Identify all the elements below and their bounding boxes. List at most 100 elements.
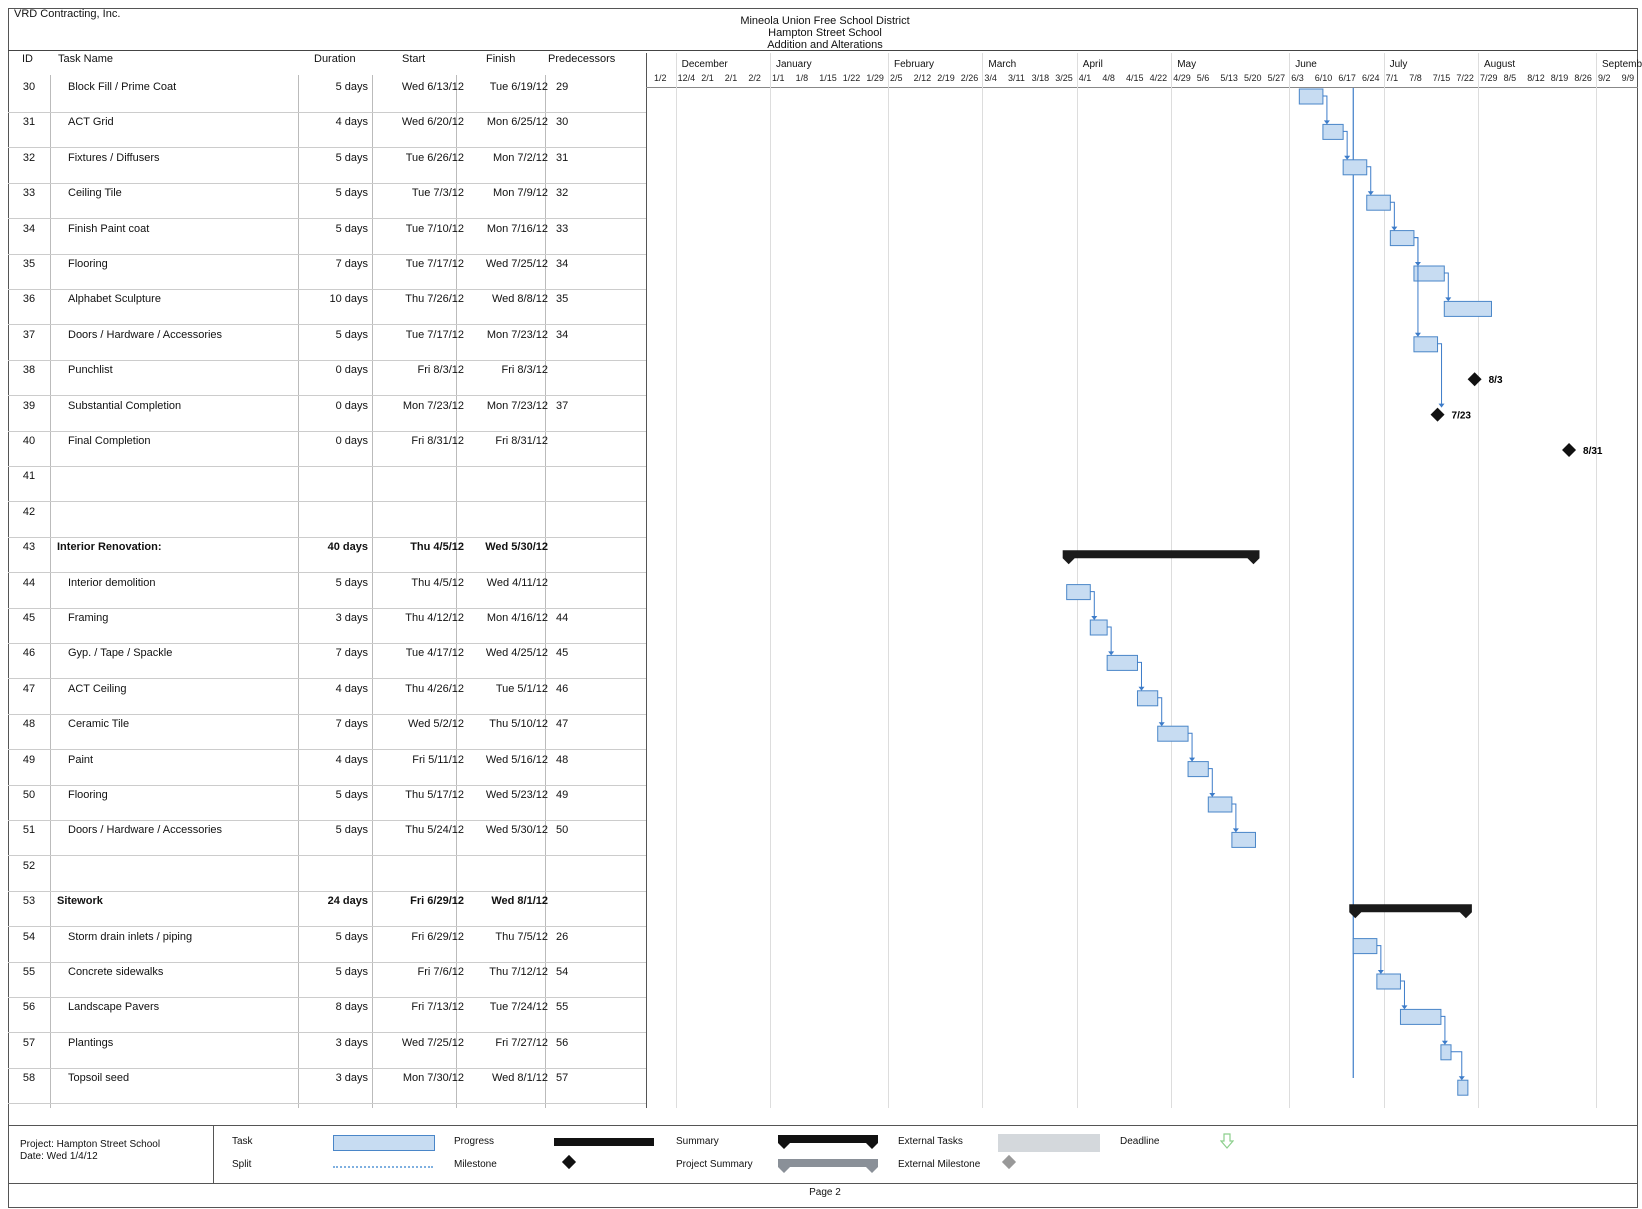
- table-row[interactable]: 49 Paint 4 days Fri 5/11/12 Wed 5/16/12 48: [8, 750, 646, 786]
- task-predecessors: 57: [556, 1072, 569, 1085]
- dependency-arrow: [1377, 970, 1384, 974]
- table-row[interactable]: 56 Landscape Pavers 8 days Fri 7/13/12 Tue 7…: [8, 997, 646, 1034]
- table-row[interactable]: 33 Ceiling Tile 5 days Tue 7/3/12 Mon 7/9/12…: [8, 183, 646, 220]
- col-name-header: Task Name: [58, 53, 114, 65]
- task-duration: 5 days: [335, 328, 368, 341]
- task-finish: Fri 8/31/12: [495, 435, 548, 447]
- table-row[interactable]: 57 Plantings 3 days Wed 7/25/12 Fri 7/27/12 5…: [8, 1033, 646, 1069]
- task-name: Finish Paint coat: [68, 222, 150, 235]
- task-duration: 5 days: [335, 824, 368, 837]
- dependency-link: [1444, 272, 1449, 301]
- table-row[interactable]: 53 Sitework 24 days Fri 6/29/12 Wed 8/1/12: [8, 891, 646, 928]
- title-line: Mineola Union Free School District: [740, 15, 910, 27]
- week-label: 4/15: [1126, 73, 1144, 83]
- task-start: Fri 7/6/12: [417, 966, 464, 978]
- month-label: May: [1177, 59, 1197, 70]
- week-label: 5/27: [1267, 73, 1286, 83]
- task-name: Block Fill / Prime Coat: [68, 81, 177, 93]
- table-row[interactable]: 38 Punchlist 0 days Fri 8/3/12 Fri 8/3/12: [8, 360, 646, 397]
- task-duration: 5 days: [335, 81, 368, 93]
- task-bar: [1207, 796, 1233, 813]
- legend-external-milestone-icon: [1001, 1154, 1017, 1170]
- col-pred-header: Predecessors: [548, 53, 616, 65]
- milestone-diamond: [1562, 443, 1577, 457]
- deadline-arrow-icon: [1220, 1133, 1234, 1149]
- table-row[interactable]: 52: [8, 856, 646, 892]
- dependency-arrow: [1138, 686, 1145, 691]
- week-label: 8/26: [1574, 73, 1592, 83]
- task-start: Thu 5/24/12: [405, 824, 464, 837]
- table-row[interactable]: 31 ACT Grid 4 days Wed 6/20/12 Mon 6/25/12 30: [8, 112, 646, 149]
- task-start: Tue 7/17/12: [405, 258, 464, 270]
- table-row[interactable]: 32 Fixtures / Diffusers 5 days Tue 6/26/12 M…: [8, 148, 646, 184]
- week-label: 9/9: [1621, 73, 1635, 83]
- table-row[interactable]: 43 Interior Renovation: 40 days Thu 4/5/12 W…: [8, 537, 646, 574]
- month-label: July: [1389, 59, 1408, 70]
- legend: Project: Hampton Street School Date: Wed…: [8, 1125, 1638, 1184]
- legend-task-bar: [333, 1135, 435, 1151]
- task-duration: 3 days: [335, 1036, 368, 1049]
- gantt-chart: 8/3 7/23 8/31: [1062, 88, 1603, 1096]
- dependency-arrow: [1441, 1040, 1448, 1045]
- task-start: Thu 4/12/12: [405, 612, 464, 624]
- task-name: Interior demolition: [68, 576, 156, 589]
- table-row[interactable]: 37 Doors / Hardware / Accessories 5 days Tu…: [8, 325, 646, 361]
- task-duration: 8 days: [335, 1001, 368, 1014]
- table-row[interactable]: 47 ACT Ceiling 4 days Thu 4/26/12 Tue 5/1/12…: [8, 679, 646, 715]
- table-row[interactable]: 55 Concrete sidewalks 5 days Fri 7/6/12 Thu …: [8, 962, 646, 998]
- table-row[interactable]: 36 Alphabet Sculpture 10 days Thu 7/26/12 We…: [8, 289, 646, 326]
- dependency-arrow: [1108, 651, 1115, 656]
- table-row[interactable]: 30 Block Fill / Prime Coat 5 days Wed 6/13/…: [8, 77, 646, 113]
- legend-external-milestone-label: External Milestone: [898, 1159, 981, 1170]
- task-bar: [1366, 194, 1391, 211]
- month-label: June: [1295, 59, 1317, 70]
- month-label: February: [894, 59, 935, 70]
- task-duration: 0 days: [335, 364, 368, 377]
- task-duration: 5 days: [335, 151, 368, 164]
- task-start: Fri 8/3/12: [417, 364, 464, 377]
- table-row[interactable]: 51 Doors / Hardware / Accessories 5 days Th…: [8, 820, 646, 857]
- table-row[interactable]: 45 Framing 3 days Thu 4/12/12 Mon 4/16/12 44: [8, 608, 646, 644]
- task-id: 43: [22, 541, 36, 554]
- week-label: 1/22: [842, 73, 861, 83]
- table-row[interactable]: 35 Flooring 7 days Tue 7/17/12 Wed 7/25/12 34: [8, 254, 646, 290]
- table-row[interactable]: 40 Final Completion 0 days Fri 8/31/12 Fri 8…: [8, 431, 646, 467]
- task-name: Alphabet Sculpture: [68, 293, 161, 306]
- table-row[interactable]: 34 Finish Paint coat 5 days Tue 7/10/12 Mon …: [8, 219, 646, 255]
- table-row[interactable]: 48 Ceramic Tile 7 days Wed 5/2/12 Thu 5/10/1…: [8, 714, 646, 751]
- task-name: Fixtures / Diffusers: [68, 151, 160, 164]
- task-start: Thu 4/5/12: [410, 541, 464, 554]
- table-row[interactable]: 44 Interior demolition 5 days Thu 4/5/12 Wed…: [8, 573, 646, 609]
- week-label: 3/4: [984, 73, 997, 83]
- week-label: 6/17: [1338, 73, 1356, 83]
- table-row[interactable]: 54 Storm drain inlets / piping 5 days Fri 6…: [8, 927, 646, 963]
- task-name: Doors / Hardware / Accessories: [68, 824, 223, 837]
- legend-task-label: Task: [232, 1136, 253, 1147]
- task-bar: [1089, 619, 1108, 636]
- task-finish: Mon 7/2/12: [492, 151, 548, 164]
- col-duration-header: Duration: [314, 53, 356, 65]
- table-row[interactable]: 42: [8, 502, 646, 538]
- legend-summary-bars: [778, 1135, 878, 1173]
- week-label: 2/12: [913, 73, 932, 83]
- col-finish-header: Finish: [486, 53, 516, 65]
- dependency-link: [1188, 732, 1193, 761]
- task-name: Sitework: [57, 895, 103, 908]
- table-row[interactable]: 46 Gyp. / Tape / Spackle 7 days Tue 4/17/12…: [8, 643, 646, 680]
- dependency-link: [1208, 768, 1213, 796]
- task-id: 35: [22, 258, 36, 270]
- table-row[interactable]: 39 Substantial Completion 0 days Mon 7/23/1…: [8, 396, 646, 432]
- task-id: 58: [22, 1072, 36, 1085]
- task-bar: [1157, 725, 1189, 742]
- task-id: 40: [22, 435, 36, 447]
- week-label: 2/1: [724, 73, 738, 83]
- table-row[interactable]: 50 Flooring 5 days Thu 5/17/12 Wed 5/23/12 49: [8, 785, 646, 821]
- table-row[interactable]: 58 Topsoil seed 3 days Mon 7/30/12 Wed 8/1/1…: [8, 1068, 646, 1105]
- task-predecessors: 34: [556, 328, 569, 341]
- table-row[interactable]: 41: [8, 466, 646, 503]
- task-name: ACT Ceiling: [68, 682, 127, 695]
- task-finish: Mon 7/23/12: [486, 328, 548, 341]
- task-duration: 40 days: [327, 541, 368, 554]
- task-duration: 4 days: [335, 116, 368, 129]
- task-predecessors: 46: [556, 682, 569, 695]
